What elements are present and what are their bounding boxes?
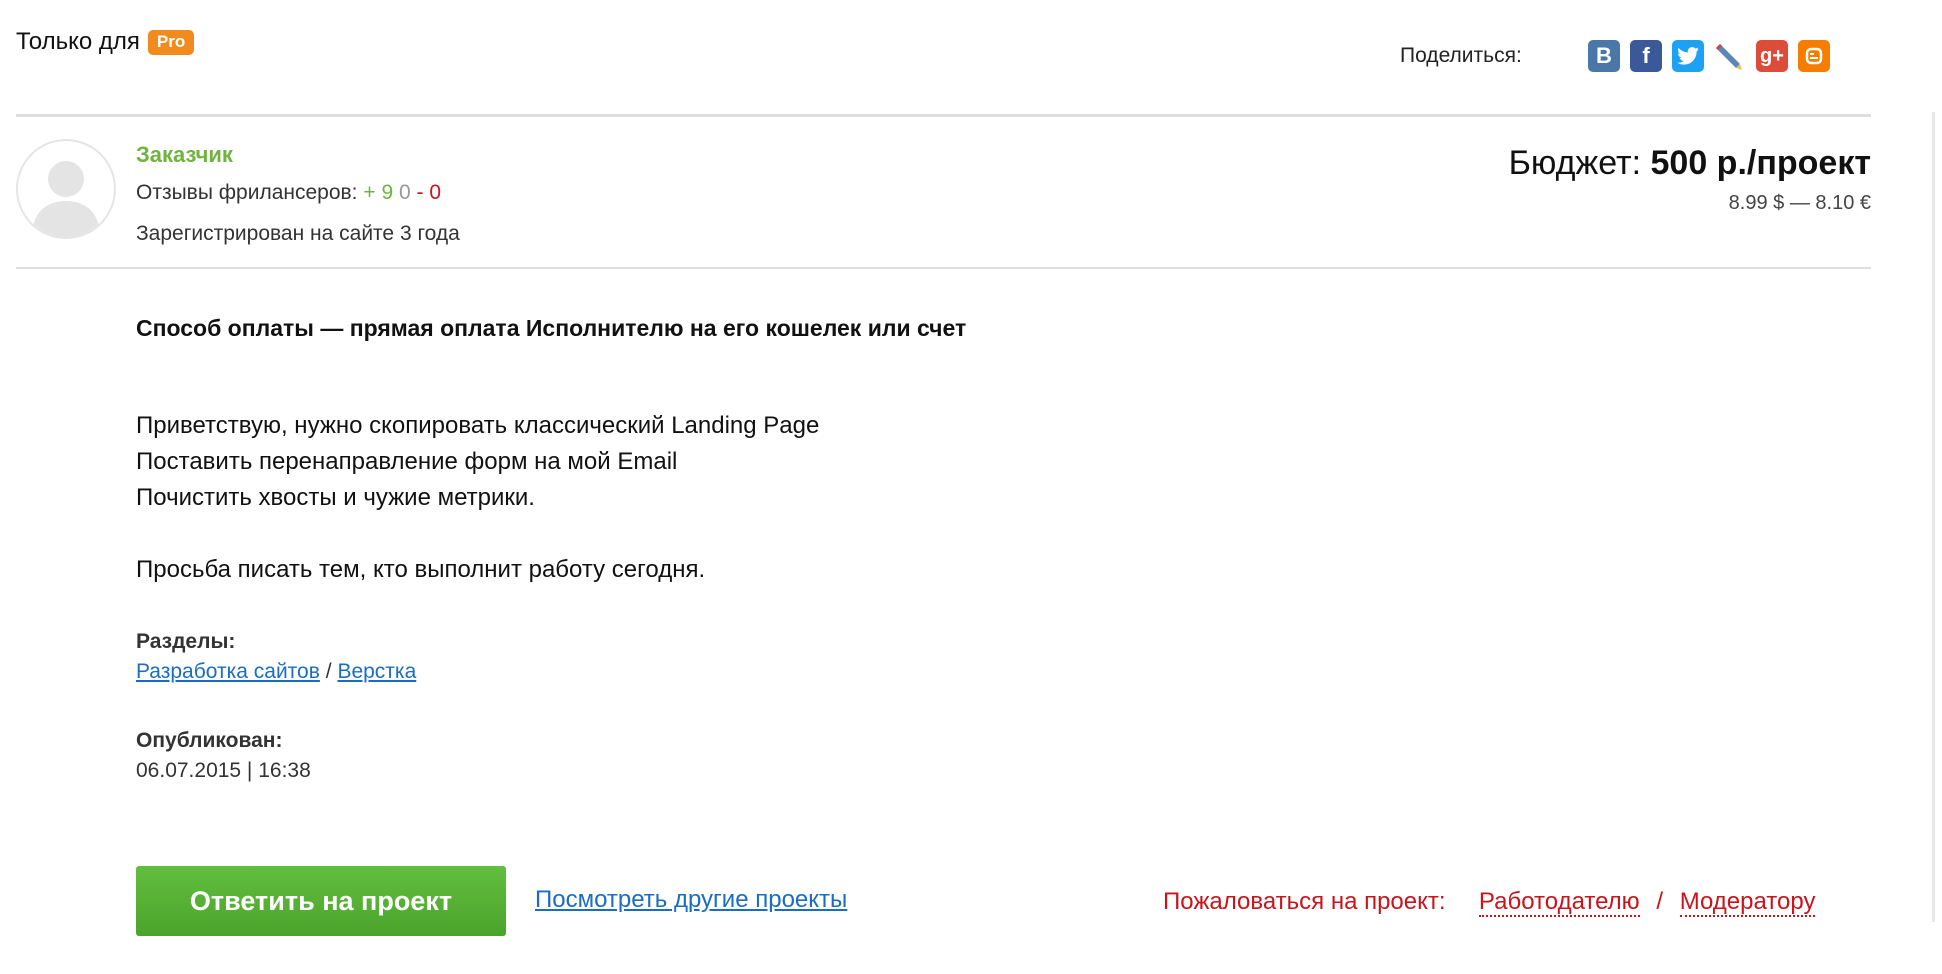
registered-info: Зарегистрирован на сайте 3 года (136, 222, 460, 245)
scroll-track[interactable] (1932, 112, 1935, 922)
complain-block: Пожаловаться на проект: Работодателю / М… (1163, 888, 1816, 917)
sections-label: Разделы: (136, 630, 236, 653)
reviews-positive[interactable]: + 9 (363, 181, 393, 204)
complain-label: Пожаловаться на проект: (1163, 888, 1446, 915)
section-link-markup[interactable]: Верстка (337, 660, 416, 683)
only-for-text: Только для (16, 28, 140, 55)
complain-employer-link[interactable]: Работодателю (1478, 888, 1640, 917)
project-description: Приветствую, нужно скопировать классичес… (136, 408, 819, 588)
description-line: Просьба писать тем, кто выполнит работу … (136, 556, 706, 583)
reviews-label: Отзывы фрилансеров: (136, 181, 358, 204)
google-plus-icon[interactable]: g+ (1756, 40, 1788, 72)
budget-converted: 8.99 $ — 8.10 € (1728, 192, 1871, 214)
share-label: Поделиться: (1400, 44, 1522, 67)
pro-badge[interactable]: Pro (147, 29, 195, 55)
published-date: 06.07.2015 | 16:38 (136, 759, 311, 782)
facebook-icon[interactable]: f (1630, 40, 1662, 72)
sections-separator: / (325, 660, 332, 683)
reviews-neutral[interactable]: 0 (399, 181, 411, 204)
published-label: Опубликован: (136, 729, 283, 752)
avatar (16, 139, 116, 239)
budget-label: Бюджет: (1508, 144, 1642, 182)
customer-role[interactable]: Заказчик (136, 142, 233, 168)
description-blank (136, 516, 819, 552)
reviews-line: Отзывы фрилансеров: + 9 0 - 0 (136, 181, 441, 205)
description-line: Приветствую, нужно скопировать классичес… (136, 412, 820, 439)
payment-method: Способ оплаты — прямая оплата Исполнител… (136, 315, 967, 341)
share-icons: B f g+ (1588, 40, 1830, 72)
description-line: Поставить перенаправление форм на мой Em… (136, 448, 678, 475)
user-silhouette-icon (32, 161, 100, 237)
complain-separator: / (1656, 888, 1664, 915)
blogger-icon[interactable] (1798, 40, 1830, 72)
middle-divider (16, 267, 1871, 269)
description-line: Почистить хвосты и чужие метрики. (136, 484, 535, 511)
vk-icon[interactable]: B (1588, 40, 1620, 72)
complain-moderator-link[interactable]: Модератору (1679, 888, 1816, 917)
section-link-web-development[interactable]: Разработка сайтов (136, 660, 320, 683)
reply-button[interactable]: Ответить на проект (136, 866, 506, 936)
livejournal-icon[interactable] (1714, 40, 1746, 72)
sections-links: Разработка сайтов / Верстка (136, 660, 416, 684)
budget: Бюджет: 500 р./проект (1509, 144, 1871, 183)
other-projects-link[interactable]: Посмотреть другие проекты (535, 886, 847, 914)
only-for-pro-label: Только для Pro (16, 28, 195, 56)
budget-value: 500 р./проект (1650, 144, 1872, 182)
twitter-icon[interactable] (1672, 40, 1704, 72)
reviews-negative[interactable]: - 0 (417, 181, 442, 204)
top-divider (16, 114, 1871, 117)
